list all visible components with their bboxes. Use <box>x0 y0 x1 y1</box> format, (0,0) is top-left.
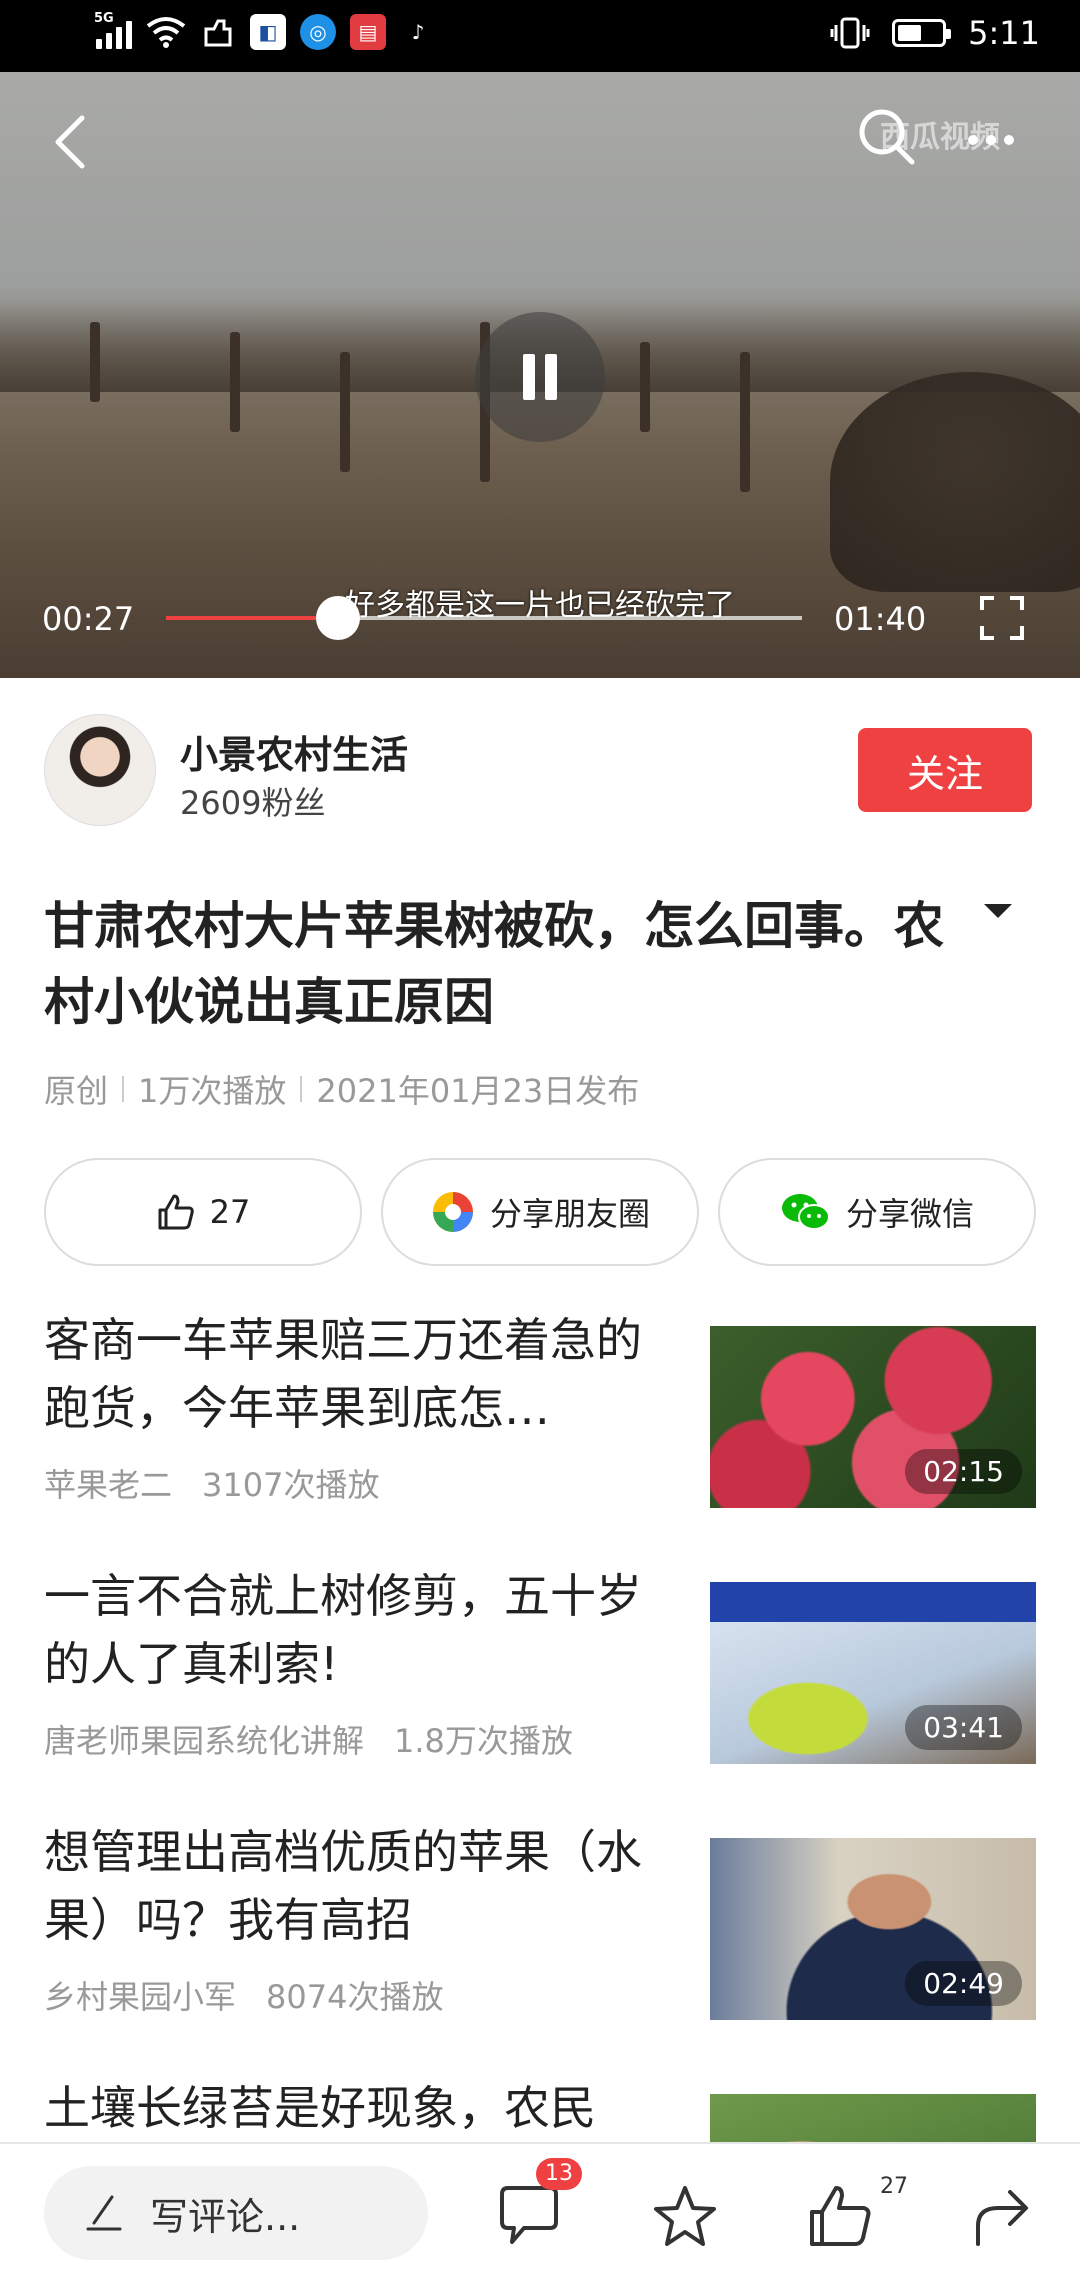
item-plays: 8074次播放 <box>266 1978 444 2016</box>
bottom-bar: 写评论... 13 27 <box>0 2142 1080 2280</box>
item-author: 苹果老二 <box>44 1466 173 1504</box>
thumbs-up-icon <box>158 1194 194 1230</box>
meta-date: 2021年01月23日发布 <box>316 1072 640 1110</box>
video-player[interactable]: 西瓜视频 好多都是这一片也已经砍完了 00:27 01:40 <box>0 72 1080 678</box>
wifi-icon <box>146 17 186 48</box>
video-meta: 原创 1万次播放 2021年01月23日发布 <box>44 1066 639 1112</box>
status-left: 5G ◧ ◎ ▤ ♪ <box>94 11 436 50</box>
item-plays: 1.8万次播放 <box>394 1722 573 1760</box>
moments-icon <box>432 1192 473 1232</box>
list-item[interactable]: 想管理出高档优质的苹果（水果）吗？我有高招 乡村果园小军 8074次播放 02:… <box>0 1818 1080 2020</box>
status-right: 5:11 <box>830 14 1040 52</box>
pause-button[interactable] <box>475 312 605 442</box>
item-thumbnail[interactable]: 02:15 <box>710 1326 1036 1508</box>
progress-handle[interactable] <box>315 596 360 640</box>
item-meta: 唐老师果园系统化讲解 1.8万次播放 <box>44 1716 573 1762</box>
share-moments-label: 分享朋友圈 <box>489 1195 650 1233</box>
item-duration: 02:15 <box>905 1449 1022 1494</box>
tiktok-icon: ♪ <box>411 20 425 44</box>
avatar[interactable] <box>44 714 156 826</box>
share-arrow-icon[interactable] <box>968 2182 1038 2252</box>
share-wechat-button[interactable]: 分享微信 <box>718 1158 1036 1266</box>
meta-original: 原创 <box>44 1072 109 1110</box>
app-icon-red-book: ▤ <box>350 14 386 50</box>
author-row: 小景农村生活 2609粉丝 关注 <box>0 678 1080 828</box>
meta-plays: 1万次播放 <box>138 1072 287 1110</box>
share-wechat-label: 分享微信 <box>845 1195 974 1233</box>
comment-placeholder: 写评论... <box>150 2194 301 2239</box>
bottom-like-count: 27 <box>880 2174 908 2199</box>
app-icon-blue: ◧ <box>250 14 286 50</box>
progress-fill <box>166 616 338 620</box>
clock: 5:11 <box>968 14 1040 52</box>
comment-icon[interactable] <box>494 2182 564 2252</box>
wechat-icon <box>781 1194 830 1230</box>
comment-input[interactable]: 写评论... <box>44 2166 428 2260</box>
list-item[interactable]: 一言不合就上树修剪，五十岁的人了真利索! 唐老师果园系统化讲解 1.8万次播放 … <box>0 1562 1080 1764</box>
app-icon-browser: ◎ <box>300 14 336 50</box>
item-duration: 03:41 <box>905 1705 1022 1750</box>
cloud-icon <box>204 19 232 47</box>
item-title: 一言不合就上树修剪，五十岁的人了真利索! <box>44 1569 642 1691</box>
video-scene-tree <box>230 332 240 432</box>
item-duration: 02:49 <box>905 1961 1022 2006</box>
action-row: 27 分享朋友圈 分享微信 <box>44 1158 1036 1266</box>
progress-slider[interactable] <box>166 596 802 640</box>
video-title: 甘肃农村大片苹果树被砍，怎么回事。农村小伙说出真正原因 <box>44 897 944 1031</box>
signal-icon: 5G <box>94 11 132 49</box>
thumbs-up-icon[interactable] <box>806 2182 876 2252</box>
item-title: 土壤长绿苔是好现象，农民 <box>44 2081 596 2135</box>
status-bar: 5G ◧ ◎ ▤ ♪ 5:11 <box>0 0 1080 72</box>
item-thumbnail[interactable]: 03:41 <box>710 1582 1036 1764</box>
expand-description-icon[interactable] <box>984 904 1012 918</box>
fullscreen-icon[interactable] <box>978 594 1026 642</box>
video-scene-tree <box>740 352 750 492</box>
network-type: 5G <box>94 11 114 26</box>
duration: 01:40 <box>834 600 927 638</box>
video-scene-branch-pile <box>830 372 1080 592</box>
comment-count-badge: 13 <box>536 2158 582 2190</box>
item-author: 乡村果园小军 <box>44 1978 237 2016</box>
item-thumbnail[interactable]: 02:49 <box>710 1838 1036 2020</box>
item-title: 客商一车苹果赔三万还着急的跑货，今年苹果到底怎… <box>44 1313 642 1435</box>
vibrate-icon <box>830 17 870 49</box>
current-time: 00:27 <box>42 600 135 638</box>
author-name[interactable]: 小景农村生活 <box>180 724 408 779</box>
item-author: 唐老师果园系统化讲解 <box>44 1722 365 1760</box>
video-scene-tree <box>90 322 100 402</box>
video-scene-tree <box>340 352 350 472</box>
item-title: 想管理出高档优质的苹果（水果）吗？我有高招 <box>44 1825 642 1947</box>
favorite-star-icon[interactable] <box>650 2182 720 2252</box>
battery-icon <box>892 19 952 47</box>
item-plays: 3107次播放 <box>202 1466 380 1504</box>
divider <box>300 1076 303 1102</box>
like-button[interactable]: 27 <box>44 1158 362 1266</box>
item-meta: 乡村果园小军 8074次播放 <box>44 1972 443 2018</box>
more-options-icon[interactable] <box>968 120 1038 160</box>
divider <box>122 1076 125 1102</box>
back-icon[interactable] <box>48 112 92 172</box>
pen-icon <box>86 2195 122 2231</box>
like-count: 27 <box>209 1193 251 1231</box>
search-icon[interactable] <box>852 102 922 172</box>
author-fans: 2609粉丝 <box>180 784 326 822</box>
share-moments-button[interactable]: 分享朋友圈 <box>381 1158 699 1266</box>
follow-button[interactable]: 关注 <box>858 728 1032 812</box>
item-meta: 苹果老二 3107次播放 <box>44 1460 379 1506</box>
video-scene-tree <box>640 342 650 432</box>
list-item[interactable]: 客商一车苹果赔三万还着急的跑货，今年苹果到底怎… 苹果老二 3107次播放 02… <box>0 1306 1080 1508</box>
